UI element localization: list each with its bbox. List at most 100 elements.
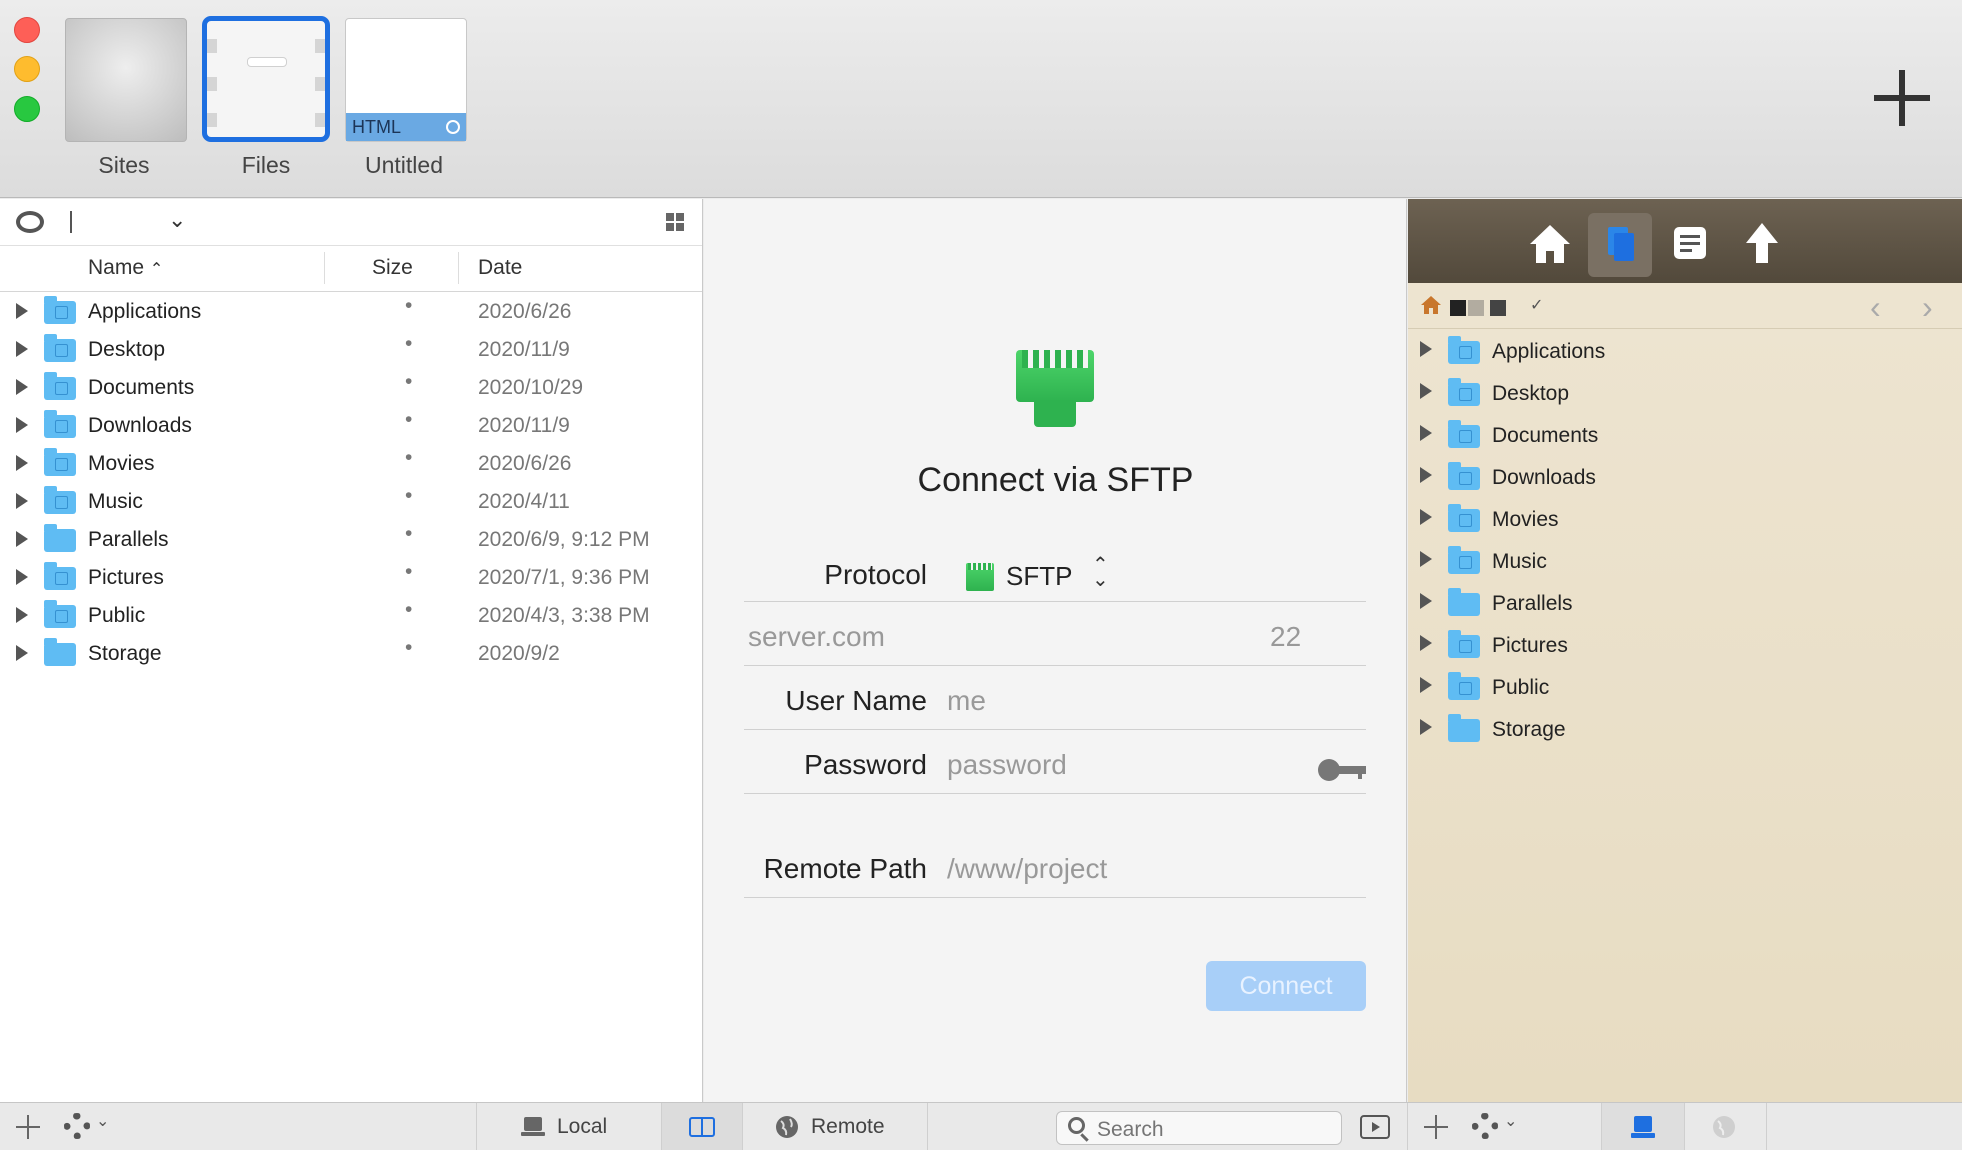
home-button[interactable] xyxy=(1518,213,1582,277)
disclosure-triangle-icon[interactable] xyxy=(1420,635,1432,651)
list-item[interactable]: Pictures xyxy=(1408,623,1962,665)
list-item[interactable]: Parallels xyxy=(1408,581,1962,623)
search-input[interactable] xyxy=(1056,1111,1342,1145)
forward-arrow-icon[interactable]: › xyxy=(1922,289,1933,326)
zoom-window-button[interactable] xyxy=(14,96,40,122)
list-item[interactable]: Storage xyxy=(1408,707,1962,749)
file-date: 2020/11/9 xyxy=(478,414,570,437)
window-titlebar: Sites Files HTML Untitled xyxy=(0,0,1962,198)
path-segment[interactable] xyxy=(1468,300,1484,316)
server-field[interactable]: server.com xyxy=(748,621,885,653)
disclosure-triangle-icon[interactable] xyxy=(16,379,28,395)
path-dropdown-chevron-icon[interactable]: ⌄ xyxy=(168,207,186,233)
list-item[interactable]: Applications xyxy=(1408,329,1962,371)
remote-path-field[interactable]: /www/project xyxy=(947,853,1107,885)
home-icon[interactable] xyxy=(1420,295,1442,315)
disclosure-triangle-icon[interactable] xyxy=(16,455,28,471)
password-field[interactable]: password xyxy=(947,749,1067,781)
disclosure-triangle-icon[interactable] xyxy=(1420,383,1432,399)
table-row[interactable]: Music • 2020/4/11 xyxy=(0,482,702,520)
remote-path-bar: ✓ ‹ › xyxy=(1408,283,1962,329)
back-arrow-icon[interactable]: ‹ xyxy=(1870,289,1881,326)
tab-files-thumbnail[interactable] xyxy=(202,16,330,142)
movies-folder-icon xyxy=(1448,504,1480,532)
disclosure-triangle-icon[interactable] xyxy=(16,569,28,585)
username-label: User Name xyxy=(785,685,927,716)
gear-icon[interactable] xyxy=(64,1113,90,1139)
tab-untitled-thumbnail[interactable]: HTML xyxy=(345,18,467,142)
disclosure-triangle-icon[interactable] xyxy=(16,303,28,319)
text-view-button[interactable] xyxy=(1658,213,1722,277)
close-window-button[interactable] xyxy=(14,17,40,43)
remote-button[interactable]: Remote xyxy=(743,1103,927,1150)
unsaved-indicator-icon xyxy=(446,120,460,134)
username-field[interactable]: me xyxy=(947,685,986,717)
column-name-header[interactable]: Name ⌃ xyxy=(88,256,163,280)
key-icon[interactable] xyxy=(1318,759,1366,781)
upload-button[interactable] xyxy=(1730,213,1794,277)
tab-untitled-label[interactable]: Untitled xyxy=(324,152,484,179)
gear-icon[interactable] xyxy=(1472,1113,1498,1139)
port-field[interactable]: 22 xyxy=(1270,621,1301,653)
location-ring-icon[interactable] xyxy=(16,211,44,233)
disclosure-triangle-icon[interactable] xyxy=(16,645,28,661)
disclosure-triangle-icon[interactable] xyxy=(16,531,28,547)
column-separator[interactable] xyxy=(324,252,325,284)
disclosure-triangle-icon[interactable] xyxy=(16,607,28,623)
column-date-header[interactable]: Date xyxy=(478,256,522,280)
disclosure-triangle-icon[interactable] xyxy=(1420,551,1432,567)
disclosure-triangle-icon[interactable] xyxy=(1420,509,1432,525)
add-icon[interactable] xyxy=(16,1115,40,1139)
disclosure-triangle-icon[interactable] xyxy=(1420,593,1432,609)
table-row[interactable]: Parallels • 2020/6/9, 9:12 PM xyxy=(0,520,702,558)
tab-sites-thumbnail[interactable] xyxy=(65,18,187,142)
disclosure-triangle-icon[interactable] xyxy=(16,417,28,433)
local-button[interactable]: Local xyxy=(477,1103,661,1150)
split-view-button[interactable] xyxy=(662,1103,742,1150)
path-segment[interactable] xyxy=(1490,300,1506,316)
globe-icon[interactable] xyxy=(1712,1115,1736,1139)
file-date: 2020/4/11 xyxy=(478,490,570,513)
chevron-down-icon[interactable]: ⌄ xyxy=(96,1111,109,1131)
disclosure-triangle-icon[interactable] xyxy=(1420,425,1432,441)
column-size-header[interactable]: Size xyxy=(372,256,413,280)
table-row[interactable]: Pictures • 2020/7/1, 9:36 PM xyxy=(0,558,702,596)
disclosure-triangle-icon[interactable] xyxy=(1420,467,1432,483)
disclosure-triangle-icon[interactable] xyxy=(1420,677,1432,693)
table-row[interactable]: Documents • 2020/10/29 xyxy=(0,368,702,406)
path-segment[interactable] xyxy=(1450,300,1466,316)
preview-play-icon[interactable] xyxy=(1360,1115,1390,1139)
disclosure-triangle-icon[interactable] xyxy=(1420,719,1432,735)
list-item[interactable]: Movies xyxy=(1408,497,1962,539)
connect-button[interactable]: Connect xyxy=(1206,961,1366,1011)
table-row[interactable]: Desktop • 2020/11/9 xyxy=(0,330,702,368)
status-bar: ⌄ Local Remote ⌄ xyxy=(0,1102,1962,1150)
files-button[interactable] xyxy=(1588,213,1652,277)
documents-folder-icon xyxy=(44,372,76,400)
table-row[interactable]: Downloads • 2020/11/9 xyxy=(0,406,702,444)
tab-sites-label[interactable]: Sites xyxy=(44,152,204,179)
minimize-window-button[interactable] xyxy=(14,56,40,82)
folder-name: Pictures xyxy=(1492,634,1568,657)
file-name: Movies xyxy=(88,452,155,475)
table-row[interactable]: Applications • 2020/6/26 xyxy=(0,292,702,330)
disclosure-triangle-icon[interactable] xyxy=(16,341,28,357)
disclosure-triangle-icon[interactable] xyxy=(16,493,28,509)
table-row[interactable]: Storage • 2020/9/2 xyxy=(0,634,702,672)
list-item[interactable]: Public xyxy=(1408,665,1962,707)
disclosure-triangle-icon[interactable] xyxy=(1420,341,1432,357)
add-icon[interactable] xyxy=(1424,1115,1448,1139)
table-row[interactable]: Public • 2020/4/3, 3:38 PM xyxy=(0,596,702,634)
remote-drive-button[interactable] xyxy=(1602,1103,1684,1150)
list-item[interactable]: Desktop xyxy=(1408,371,1962,413)
list-item[interactable]: Music xyxy=(1408,539,1962,581)
documents-icon xyxy=(1608,227,1634,261)
chevron-down-icon[interactable]: ⌄ xyxy=(1504,1111,1517,1131)
list-item[interactable]: Downloads xyxy=(1408,455,1962,497)
list-item[interactable]: Documents xyxy=(1408,413,1962,455)
grid-view-icon[interactable] xyxy=(666,213,684,231)
add-tab-button[interactable] xyxy=(1870,66,1934,130)
table-row[interactable]: Movies • 2020/6/26 xyxy=(0,444,702,482)
column-separator[interactable] xyxy=(458,252,459,284)
tab-files-label[interactable]: Files xyxy=(186,152,346,179)
